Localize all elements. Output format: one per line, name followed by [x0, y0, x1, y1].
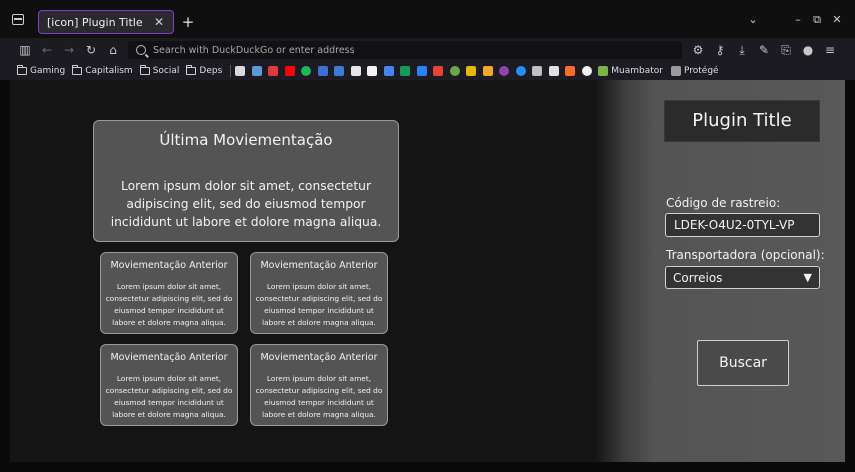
bookmark-label: Deps [199, 66, 223, 76]
previous-movement-card: Moviementação Anterior Lorem ipsum dolor… [250, 344, 388, 426]
bookmark-favicon[interactable] [499, 66, 510, 76]
carrier-select[interactable]: Correios ▼ [665, 266, 820, 289]
bookmark-label: Social [152, 66, 180, 76]
bookmark-favicon[interactable] [548, 66, 559, 76]
forward-icon[interactable]: → [61, 42, 77, 58]
bookmark-favicon[interactable] [367, 66, 378, 76]
gear-icon[interactable]: ⚙ [690, 42, 706, 58]
folder-icon [186, 65, 197, 75]
download-icon[interactable]: ⤓ [734, 42, 750, 58]
card-title: Moviementação Anterior [110, 352, 228, 363]
bookmark-folder-deps[interactable]: Deps [186, 65, 223, 76]
previous-movement-card: Moviementação Anterior Lorem ipsum dolor… [100, 252, 238, 334]
card-title: Moviementação Anterior [260, 352, 378, 363]
bookmark-favicon[interactable] [433, 66, 444, 76]
tab-strip: [icon] Plugin Title ✕ + ⌄ – ⧉ ✕ [0, 0, 855, 38]
carrier-selected-value: Correios [673, 270, 723, 285]
bookmark-label: Capitalism [85, 66, 133, 76]
drive-icon[interactable] [400, 66, 411, 76]
github-icon[interactable] [581, 66, 592, 76]
folder-icon [17, 65, 27, 75]
bookmark-favicon[interactable] [482, 66, 493, 76]
bookmark-label: Gaming [30, 66, 66, 76]
bookmark-favicon[interactable] [416, 66, 427, 76]
bookmark-favicon[interactable] [317, 66, 328, 76]
previous-movement-card: Moviementação Anterior Lorem ipsum dolor… [250, 252, 388, 334]
bookmarks-bar: Gaming Capitalism Social Deps Muambator … [0, 62, 855, 80]
bookmark-favicon[interactable] [515, 66, 526, 76]
card-body: Lorem ipsum dolor sit amet, consectetur … [105, 282, 233, 327]
restore-icon[interactable]: ⧉ [810, 13, 824, 27]
key-icon[interactable]: ⚷ [712, 42, 728, 58]
bookmark-protege[interactable]: Protégé [670, 66, 719, 76]
bookmark-label: Protégé [683, 66, 719, 76]
bookmark-favicon[interactable] [532, 66, 543, 76]
folder-icon [72, 65, 83, 75]
card-body: Lorem ipsum dolor sit amet, consectetur … [255, 282, 383, 327]
previous-movement-card: Moviementação Anterior Lorem ipsum dolor… [100, 344, 238, 426]
chevron-down-icon[interactable]: ⌄ [746, 13, 760, 26]
card-body: Lorem ipsum dolor sit amet, consectetur … [255, 374, 383, 419]
bookmark-favicon[interactable] [449, 66, 460, 76]
card-title: Moviementação Anterior [260, 260, 378, 271]
bookmark-muambator[interactable]: Muambator [598, 66, 663, 76]
window-close-icon[interactable]: ✕ [830, 13, 844, 26]
search-icon [136, 45, 146, 55]
home-icon[interactable]: ⌂ [105, 42, 121, 58]
account-icon[interactable]: ● [800, 42, 816, 58]
tab-list-icon[interactable] [12, 14, 24, 25]
bookmark-favicon[interactable] [235, 66, 246, 76]
reload-icon[interactable]: ↻ [83, 42, 99, 58]
folder-icon [139, 65, 150, 75]
tracking-label: Código de rastreio: [666, 196, 781, 210]
youtube-icon[interactable] [284, 66, 295, 76]
bookmark-favicon[interactable] [350, 66, 361, 76]
bookmark-folder-social[interactable]: Social [139, 65, 180, 76]
bookmark-favicon[interactable] [251, 66, 262, 76]
url-bar[interactable] [128, 41, 682, 59]
tab-active[interactable]: [icon] Plugin Title ✕ [38, 10, 174, 34]
page-viewport: Última Moviementação Lorem ipsum dolor s… [10, 80, 845, 462]
card-body: Lorem ipsum dolor sit amet, consectetur … [105, 374, 233, 419]
dropdown-arrow-icon: ▼ [803, 271, 812, 284]
menu-icon[interactable]: ≡ [822, 42, 838, 58]
bookmark-favicon[interactable] [268, 66, 279, 76]
tab-title: [icon] Plugin Title [47, 15, 143, 29]
search-button[interactable]: Buscar [697, 340, 789, 386]
navigation-bar: ▥ ← → ↻ ⌂ ⚙ ⚷ ⤓ ✎ ⎘ ● ≡ [0, 38, 855, 62]
wrench-icon[interactable]: ✎ [756, 42, 772, 58]
plugin-title: Plugin Title [664, 100, 820, 142]
bookmark-favicon[interactable] [466, 66, 477, 76]
close-icon[interactable]: ✕ [153, 15, 165, 29]
latest-movement-card: Última Moviementação Lorem ipsum dolor s… [93, 120, 399, 242]
bookmark-separator [230, 65, 232, 77]
bookmark-folder-gaming[interactable]: Gaming [17, 65, 66, 76]
card-title: Moviementação Anterior [110, 260, 228, 271]
card-title: Última Moviementação [159, 131, 333, 149]
card-body: Lorem ipsum dolor sit amet, consectetur … [110, 179, 382, 229]
sidebar-icon[interactable]: ▥ [17, 42, 33, 58]
url-input[interactable] [153, 44, 682, 56]
back-icon[interactable]: ← [39, 42, 55, 58]
minimize-icon[interactable]: – [791, 13, 805, 26]
bookmark-favicon[interactable] [334, 66, 345, 76]
bookmark-label: Muambator [611, 66, 663, 76]
tracking-code-input[interactable] [665, 213, 820, 237]
gitlab-icon[interactable] [565, 66, 576, 76]
bookmark-favicon[interactable] [383, 66, 394, 76]
bookmark-folder-capitalism[interactable]: Capitalism [72, 65, 133, 76]
spotify-icon[interactable] [301, 66, 312, 76]
extensions-icon[interactable]: ⎘ [778, 42, 794, 58]
protege-icon [670, 66, 681, 76]
muambator-icon [598, 66, 609, 76]
new-tab-button[interactable]: + [180, 12, 196, 32]
carrier-label: Transportadora (opcional): [666, 248, 825, 262]
